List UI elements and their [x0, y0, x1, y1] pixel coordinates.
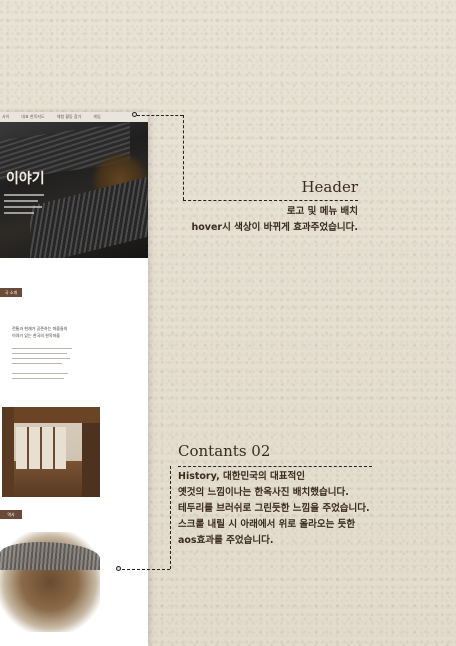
roof-image — [0, 542, 100, 570]
nav-item[interactable]: 사이 — [2, 114, 9, 120]
hero-text-line — [4, 194, 44, 196]
desc-line: 옛것의 느낌이나는 한옥사진 배치했습니다. — [178, 487, 349, 498]
body-text-line — [12, 358, 70, 360]
contents-label-desc: History, 대한민국의 대표적인 옛것의 느낌이나는 한옥사진 배치했습니… — [178, 469, 370, 549]
nav-item[interactable]: 체험 활동 참가 — [57, 114, 82, 120]
body-text-line — [12, 363, 62, 365]
nav-item[interactable]: 게임 — [93, 114, 100, 120]
nav-item[interactable]: 대표 한옥지도 — [21, 114, 44, 120]
desc-line: 테두리를 브러쉬로 그린듯한 느낌을 주었습니다. — [178, 503, 370, 514]
section-tag: 역사 — [0, 510, 22, 519]
hanok-brush-photo — [0, 532, 100, 632]
header-label-title: Header — [301, 178, 358, 196]
hero-text-line — [4, 212, 34, 214]
desc-line: 로고 및 메뉴 배치 — [286, 206, 358, 217]
website-mockup: 사이 대표 한옥지도 체험 활동 참가 게임 이야기 국 소개 전통과 현재가 … — [0, 112, 148, 646]
hanok-interior-photo — [2, 407, 100, 497]
header-label-desc: 로고 및 메뉴 배치 hover시 색상이 바뀌게 효과주었습니다. — [191, 204, 358, 236]
contents-label-title: Contants 02 — [178, 442, 271, 460]
desc-line: hover시 색상이 바뀌게 효과주었습니다. — [191, 222, 358, 233]
connector-line — [137, 115, 183, 116]
connector-line — [183, 115, 184, 200]
desc-line: History, 대한민국의 대표적인 — [178, 471, 305, 482]
connector-line — [178, 466, 372, 467]
body-text-line — [12, 373, 68, 375]
hero-text-line — [4, 206, 42, 208]
door-image — [16, 427, 66, 469]
section-heading: 전통과 현재가 공존하는 마을들의 — [12, 326, 68, 331]
roof-image — [30, 173, 148, 258]
connector-line — [170, 466, 171, 569]
body-text-line — [12, 378, 64, 380]
body-text-line — [12, 348, 72, 350]
connector-dot — [116, 566, 121, 571]
connector-line — [183, 200, 358, 201]
section-tag: 국 소개 — [0, 288, 22, 297]
desc-line: aos효과를 주었습니다. — [178, 535, 274, 546]
hero-image: 이야기 — [0, 122, 148, 258]
body-text-line — [12, 353, 67, 355]
desc-line: 스크롤 내릴 시 아래에서 위로 올라오는 듯한 — [178, 519, 356, 530]
mockup-nav: 사이 대표 한옥지도 체험 활동 참가 게임 — [0, 112, 148, 122]
hero-title: 이야기 — [6, 171, 45, 187]
section-heading: 이야기 있는 한국의 한옥마을 — [12, 333, 60, 338]
connector-line — [122, 569, 170, 570]
hero-text-line — [4, 200, 38, 202]
